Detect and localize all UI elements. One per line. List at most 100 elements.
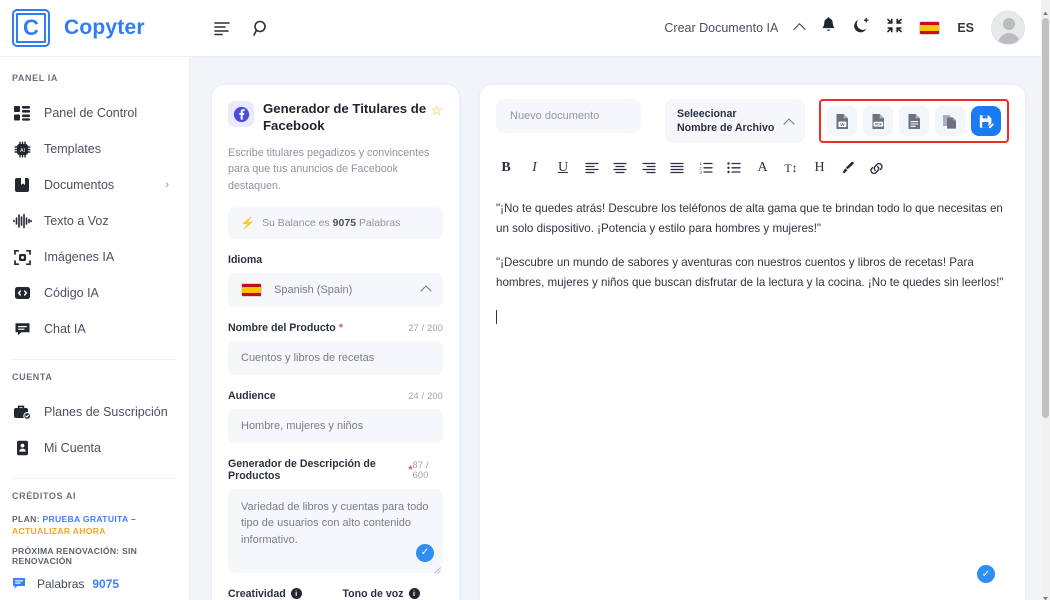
product-description-label-text: Generador de Descripción de Productos: [228, 458, 405, 482]
check-circle-icon[interactable]: ✓: [977, 565, 995, 583]
product-description-textarea[interactable]: Variedad de libros y cuentas para todo t…: [228, 489, 443, 573]
align-center-icon[interactable]: [612, 159, 628, 177]
language-value: Spanish (Spain): [274, 284, 352, 296]
balance-prefix: Su Balance es: [262, 217, 330, 229]
document-paragraph: "¡No te quedes atrás! Descubre los teléf…: [496, 199, 1009, 239]
waveform-icon: [12, 211, 32, 231]
sidebar-item-documentos[interactable]: Documentos ›: [0, 167, 189, 203]
link-icon[interactable]: [869, 159, 885, 177]
scroll-up-arrow-icon[interactable]: [1042, 4, 1049, 11]
sidebar-item-imagenes-ia[interactable]: Imágenes IA: [0, 239, 189, 275]
creativity-label: Creatividad i: [228, 588, 329, 600]
sidebar-section-account: CUENTA: [0, 372, 189, 382]
heading-button[interactable]: H: [812, 159, 828, 177]
avatar[interactable]: [991, 11, 1025, 45]
language-code[interactable]: ES: [957, 21, 974, 35]
unordered-list-icon[interactable]: [726, 159, 742, 177]
copy-document-button[interactable]: [935, 106, 965, 136]
audience-input[interactable]: Hombre, mujeres y niños: [228, 409, 443, 443]
compress-icon[interactable]: [887, 18, 902, 38]
italic-button[interactable]: I: [527, 159, 543, 177]
briefcase-check-icon: [12, 402, 32, 422]
ordered-list-icon[interactable]: 123: [698, 159, 714, 177]
save-document-button[interactable]: [971, 106, 1001, 136]
id-card-icon: [12, 438, 32, 458]
underline-button[interactable]: U: [555, 159, 571, 177]
sidebar-divider-2: [12, 478, 177, 479]
audience-label: Audience 24 / 200: [228, 390, 443, 402]
chevron-up-icon: [783, 118, 794, 129]
sidebar-item-label: Mi Cuenta: [44, 441, 101, 455]
file-name-select[interactable]: Seleecionar Nombre de Archivo: [665, 99, 805, 143]
sidebar-item-planes-de-suscripcion[interactable]: Planes de Suscripción: [0, 394, 189, 430]
creativity-label-text: Creatividad: [228, 588, 286, 600]
chip-ai-icon: AI: [12, 139, 32, 159]
page-scrollbar-thumb[interactable]: [1042, 18, 1049, 418]
sidebar: PANEL IA Panel de Control AI Templates D…: [0, 57, 190, 600]
document-paragraph-text: "¡Descubre un mundo de sabores y aventur…: [496, 256, 1003, 289]
sidebar-item-label: Texto a Voz: [44, 214, 109, 228]
spain-flag-icon: [241, 283, 262, 297]
brush-icon[interactable]: [840, 159, 856, 177]
sidebar-item-label: Panel de Control: [44, 106, 137, 120]
moon-icon[interactable]: [853, 17, 870, 39]
info-icon[interactable]: i: [409, 588, 420, 599]
chat-icon: [12, 319, 32, 339]
sidebar-section-credits: CRÉDITOS AI: [0, 491, 189, 501]
sidebar-item-mi-cuenta[interactable]: Mi Cuenta: [0, 430, 189, 466]
balance-chip: ⚡ Su Balance es 9075 Palabras: [228, 207, 443, 239]
plan-prefix: PLAN:: [12, 514, 40, 524]
align-right-icon[interactable]: [641, 159, 657, 177]
align-left-icon[interactable]: [584, 159, 600, 177]
sidebar-item-codigo-ia[interactable]: Código IA: [0, 275, 189, 311]
align-justify-icon[interactable]: [669, 159, 685, 177]
product-name-input[interactable]: Cuentos y libros de recetas: [228, 341, 443, 375]
create-document-link[interactable]: Crear Documento IA: [664, 21, 778, 35]
font-color-button[interactable]: A: [755, 159, 771, 177]
tone-label-text: Tono de voz: [343, 588, 404, 600]
bell-icon[interactable]: [821, 17, 836, 39]
chevron-right-icon[interactable]: ›: [165, 179, 169, 191]
creativity-tone-row: Creatividad i Media Tono de voz i Casual: [228, 573, 443, 600]
export-pdf-button[interactable]: PDF: [863, 106, 893, 136]
audience-value: Hombre, mujeres y niños: [241, 420, 363, 432]
credit-value: 9075: [92, 577, 119, 591]
sidebar-item-label: Código IA: [44, 286, 99, 300]
list-lines-icon[interactable]: [214, 21, 231, 36]
document-name-input[interactable]: Nuevo documento: [496, 99, 641, 133]
resize-grip-icon[interactable]: [432, 563, 441, 572]
plan-line: PLAN: PRUEBA GRATUITA – ACTUALIZAR AHORA: [12, 513, 177, 538]
sidebar-item-texto-a-voz[interactable]: Texto a Voz: [0, 203, 189, 239]
export-word-button[interactable]: W: [827, 106, 857, 136]
svg-text:3: 3: [699, 170, 702, 175]
sidebar-section-panel: PANEL IA: [0, 73, 189, 83]
export-text-button[interactable]: [899, 106, 929, 136]
page-scrollbar[interactable]: [1041, 0, 1050, 600]
audience-label-text: Audience: [228, 390, 276, 402]
page-title: Generador de Titulares de Facebook: [263, 101, 426, 135]
sidebar-item-templates[interactable]: AI Templates: [0, 131, 189, 167]
credits-block: PLAN: PRUEBA GRATUITA – ACTUALIZAR AHORA…: [0, 513, 189, 600]
check-circle-icon[interactable]: ✓: [416, 544, 434, 562]
editor-format-toolbar: B I U 123: [496, 159, 1009, 177]
sidebar-item-panel-de-control[interactable]: Panel de Control: [0, 95, 189, 131]
language-select[interactable]: Spanish (Spain): [228, 273, 443, 307]
required-asterisk: *: [339, 322, 343, 334]
code-icon: [12, 283, 32, 303]
tone-label: Tono de voz i: [343, 588, 444, 600]
sidebar-item-chat-ia[interactable]: Chat IA: [0, 311, 189, 347]
sidebar-item-label: Planes de Suscripción: [44, 405, 168, 419]
plan-upgrade-link[interactable]: ACTUALIZAR AHORA: [12, 526, 106, 536]
scroll-down-arrow-icon[interactable]: [1042, 589, 1049, 596]
brand-area[interactable]: C Copyter: [0, 9, 190, 47]
star-icon[interactable]: ☆: [430, 102, 443, 119]
document-content[interactable]: "¡No te quedes atrás! Descubre los teléf…: [496, 199, 1009, 327]
bold-button[interactable]: B: [498, 159, 514, 177]
font-size-button[interactable]: T↕: [783, 159, 799, 177]
search-icon[interactable]: [253, 20, 270, 37]
language-label-text: Idioma: [228, 254, 262, 266]
info-icon[interactable]: i: [291, 588, 302, 599]
sidebar-divider-1: [12, 359, 177, 360]
chevron-up-icon[interactable]: [793, 23, 806, 36]
words-chat-icon: [12, 576, 28, 592]
